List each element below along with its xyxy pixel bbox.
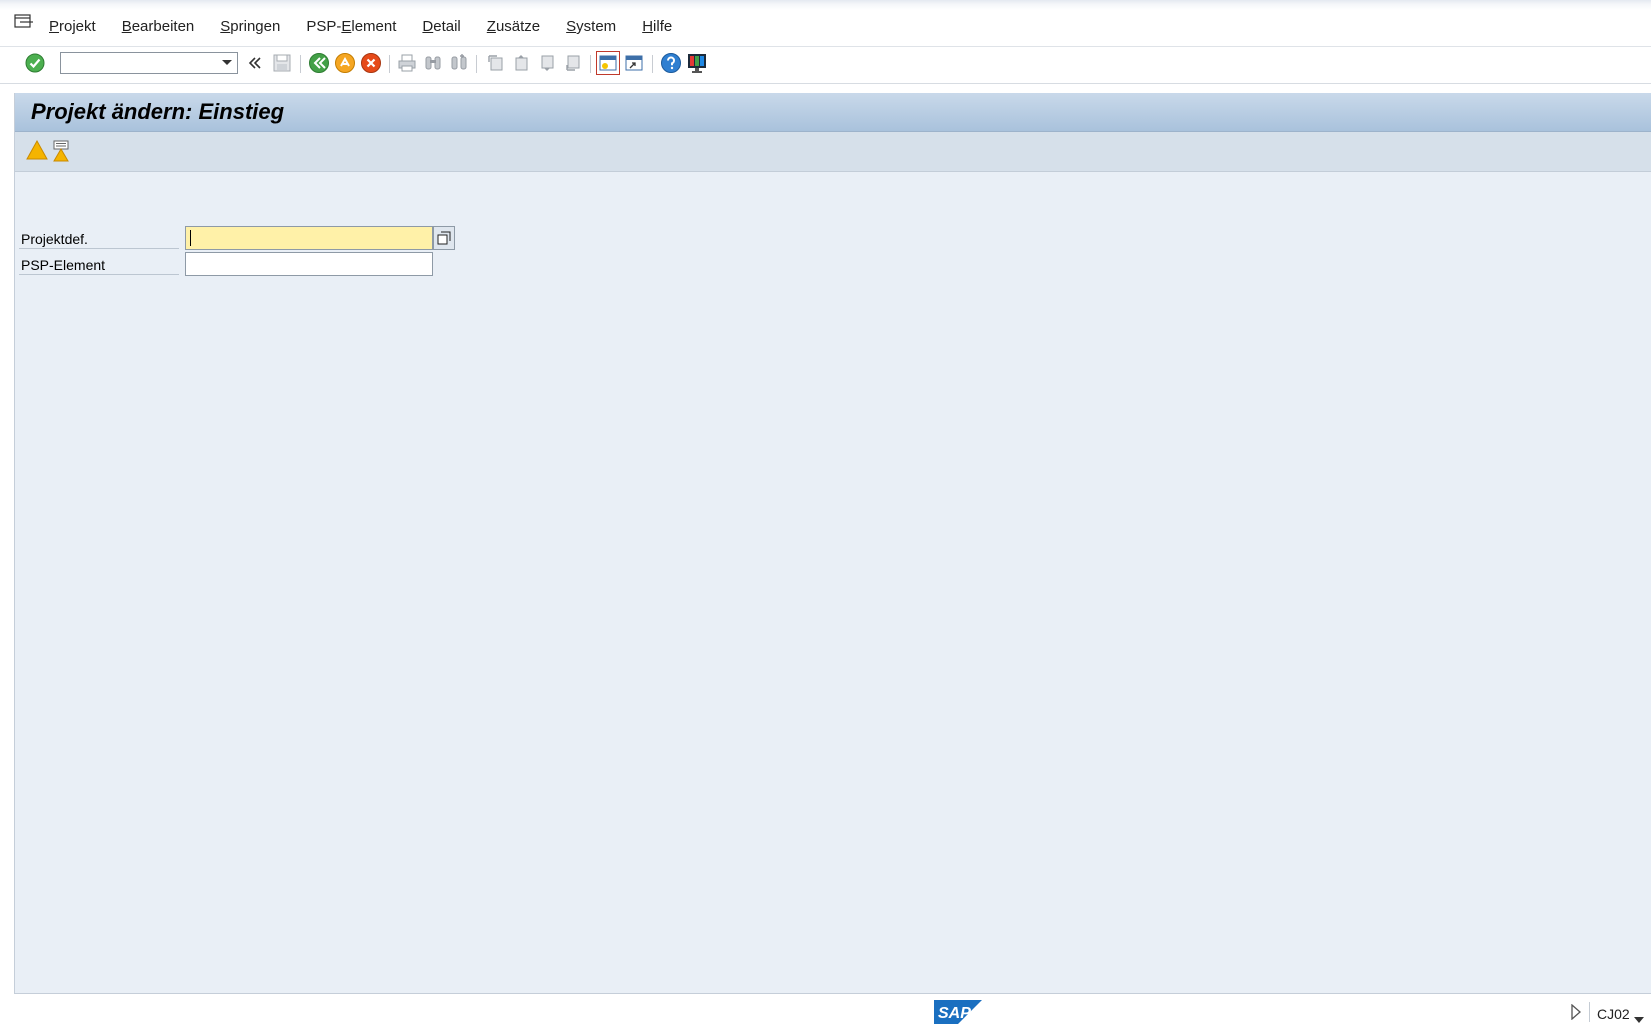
save-icon[interactable] <box>270 51 294 75</box>
menu-item-mnemonic: B <box>121 18 132 35</box>
projektdef-label: Projektdef. <box>19 225 179 249</box>
menu-item-label-prefix: PSP- <box>306 18 342 35</box>
menu-item-5[interactable]: Zusätze <box>487 18 540 35</box>
menu-item-label-suffix: earbeiten <box>131 18 195 35</box>
screen-area: Projekt ändern: Einstieg Projektdef. PSP… <box>14 93 1651 994</box>
transaction-code: CJ02 <box>1597 1006 1630 1022</box>
menu-item-label-suffix: lement <box>351 18 397 35</box>
page-title: Projekt ändern: Einstieg <box>31 99 285 124</box>
sap-logo: SAP <box>934 1000 982 1029</box>
svg-text:SAP: SAP <box>938 1005 971 1022</box>
new-session-icon[interactable] <box>596 51 620 75</box>
cancel-icon[interactable] <box>359 51 383 75</box>
enter-check-icon[interactable] <box>23 51 47 75</box>
menu-items: Projekt Bearbeiten Springen PSP-Element Deta… <box>49 18 698 35</box>
value-help-icon <box>437 231 451 245</box>
value-help-button[interactable] <box>433 226 455 250</box>
menu-item-6[interactable]: System <box>566 18 616 35</box>
menu-item-mnemonic: S <box>566 18 577 35</box>
print-icon[interactable] <box>395 51 419 75</box>
menu-item-1[interactable]: Bearbeiten <box>122 18 195 35</box>
first-page-icon[interactable] <box>483 51 507 75</box>
next-page-icon[interactable] <box>535 51 559 75</box>
menu-item-label-suffix: usätze <box>495 18 541 35</box>
menu-item-label-suffix: pringen <box>230 18 281 35</box>
menu-bar: Projekt Bearbeiten Springen PSP-Element Deta… <box>0 0 1651 47</box>
status-bar: SAP CJ02 <box>0 994 1651 1029</box>
warning-list-icon[interactable] <box>52 140 70 167</box>
title-bar: Projekt ändern: Einstieg <box>15 93 1651 132</box>
back-icon[interactable] <box>307 51 331 75</box>
menu-item-3[interactable]: PSP-Element <box>306 18 396 35</box>
menu-item-mnemonic: E <box>341 18 352 35</box>
find-next-icon[interactable] <box>447 51 471 75</box>
menu-item-label-suffix: ilfe <box>653 18 673 35</box>
application-toolbar <box>15 132 1651 172</box>
chevron-down-icon[interactable] <box>1634 1010 1644 1028</box>
menu-item-2[interactable]: Springen <box>220 18 280 35</box>
projektdef-row: Projektdef. <box>19 225 459 250</box>
menu-item-mnemonic: P <box>49 18 60 35</box>
status-expand-icon[interactable] <box>1570 1003 1582 1025</box>
projektdef-input[interactable] <box>185 226 433 250</box>
menu-item-mnemonic: D <box>422 18 434 35</box>
shortcut-icon[interactable] <box>622 51 646 75</box>
command-input[interactable] <box>61 53 219 73</box>
menu-item-4[interactable]: Detail <box>422 18 460 35</box>
previous-page-icon[interactable] <box>509 51 533 75</box>
menu-item-label-suffix: rojekt <box>59 18 96 35</box>
psp-element-label: PSP-Element <box>19 251 179 275</box>
last-page-icon[interactable] <box>561 51 585 75</box>
menu-item-label-suffix: etail <box>433 18 461 35</box>
menu-item-mnemonic: H <box>642 18 654 35</box>
exit-icon[interactable] <box>333 51 357 75</box>
menu-item-mnemonic: Z <box>486 18 496 35</box>
customize-layout-icon[interactable] <box>685 51 709 75</box>
collapse-double-chevron-icon[interactable] <box>243 51 267 75</box>
chevron-down-icon[interactable] <box>221 59 233 67</box>
psp-element-row: PSP-Element <box>19 251 459 276</box>
warning-icon[interactable] <box>26 139 48 165</box>
find-icon[interactable] <box>421 51 445 75</box>
system-toolbar <box>0 47 1651 84</box>
menu-item-0[interactable]: Projekt <box>49 18 96 35</box>
help-icon[interactable] <box>659 51 683 75</box>
psp-element-input[interactable] <box>185 252 433 276</box>
menu-item-7[interactable]: Hilfe <box>642 18 672 35</box>
menu-item-mnemonic: S <box>220 18 231 35</box>
command-field[interactable] <box>60 52 238 74</box>
menu-toggle-icon[interactable] <box>14 14 34 30</box>
menu-item-label-suffix: ystem <box>576 18 617 35</box>
text-cursor <box>190 230 191 246</box>
